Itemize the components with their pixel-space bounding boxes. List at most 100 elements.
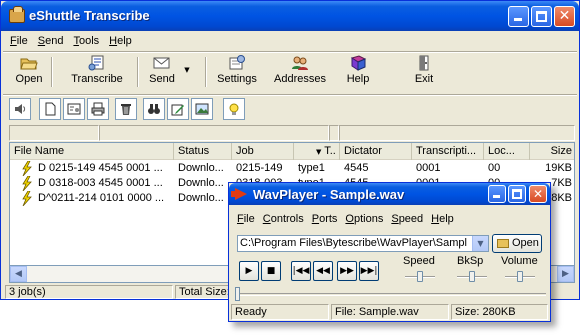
sort-down-icon: ▼ — [316, 148, 322, 156]
lightning-bolt-icon — [22, 191, 32, 206]
column-header-type-label: T.. — [324, 145, 336, 157]
column-header-type[interactable]: ▼ T.. — [294, 143, 340, 160]
open-button[interactable]: Open — [13, 53, 45, 91]
stop-button[interactable]: ■ — [261, 261, 281, 281]
open-file-button[interactable]: Open — [492, 234, 542, 253]
transcribe-button[interactable]: Transcribe — [65, 53, 129, 91]
cell-file-name: D^0211-214 0101 0000 ... — [38, 192, 165, 204]
addresses-button[interactable]: Addresses — [271, 53, 329, 91]
rewind-button[interactable]: ◀◀ — [313, 261, 333, 281]
delete-button[interactable] — [115, 98, 137, 120]
find-button[interactable] — [143, 98, 165, 120]
wav-menu-speed[interactable]: Speed — [387, 213, 427, 225]
toolbar-separator — [137, 57, 139, 87]
job-count: 3 job(s) — [5, 285, 173, 299]
file-path-combo[interactable]: C:\Program Files\Bytescribe\WavPlayer\Sa… — [237, 235, 489, 252]
speed-slider[interactable] — [405, 271, 435, 282]
send-label: Send — [149, 73, 175, 85]
minimize-icon — [514, 18, 522, 21]
wav-menu-ports[interactable]: Ports — [308, 213, 342, 225]
new-document-button[interactable] — [39, 98, 61, 120]
document-icon — [45, 102, 56, 116]
menu-send[interactable]: Send — [33, 33, 69, 51]
help-label: Help — [346, 73, 370, 85]
volume-slider[interactable] — [505, 271, 535, 282]
close-button[interactable]: ✕ — [554, 6, 575, 27]
window-title: eShuttle Transcribe — [29, 8, 150, 23]
column-header-dictator[interactable]: Dictator — [340, 143, 412, 160]
bksp-label: BkSp — [457, 255, 484, 267]
menu-tools[interactable]: Tools — [68, 33, 104, 51]
settings-button[interactable]: Settings — [213, 53, 261, 91]
column-header-size[interactable]: Size — [530, 143, 574, 160]
player-size: Size: 280KB — [451, 304, 548, 320]
tip-button[interactable] — [223, 98, 245, 120]
wav-close-button[interactable]: ✕ — [529, 185, 547, 203]
chevron-down-icon[interactable]: ▼ — [472, 236, 488, 251]
position-thumb[interactable] — [235, 287, 240, 301]
exit-label: Exit — [414, 73, 434, 85]
maximize-button[interactable] — [531, 6, 552, 27]
cell-size: 19KB — [545, 162, 572, 174]
scroll-right-arrow-icon[interactable]: ▶ — [557, 266, 574, 282]
send-dropdown-button[interactable]: ▼ — [181, 53, 193, 91]
print-button[interactable] — [87, 98, 109, 120]
edit-button[interactable] — [167, 98, 189, 120]
properties-button[interactable] — [63, 98, 85, 120]
cell-location: 00 — [488, 162, 501, 174]
minimize-button[interactable] — [508, 6, 529, 27]
exit-button[interactable]: Exit — [411, 53, 437, 91]
player-file: File: Sample.wav — [331, 304, 449, 320]
forward-end-button[interactable]: ▶▶| — [359, 261, 379, 281]
wavplayer-titlebar[interactable]: WavPlayer - Sample.wav ✕ — [229, 183, 550, 205]
slider-thumb[interactable] — [517, 271, 523, 282]
wav-minimize-button[interactable] — [488, 185, 506, 203]
cell-type: type1 — [298, 162, 325, 174]
column-header-transcriptionist[interactable]: Transcripti... — [412, 143, 484, 160]
help-button[interactable]: Help — [341, 53, 375, 91]
position-track — [235, 293, 546, 296]
scroll-left-arrow-icon[interactable]: ◀ — [10, 266, 27, 282]
column-header-job[interactable]: Job — [232, 143, 294, 160]
edit-icon — [171, 104, 184, 116]
wav-maximize-button[interactable] — [508, 185, 526, 203]
play-button[interactable]: ▶ — [239, 261, 259, 281]
wav-menu-options[interactable]: Options — [341, 213, 387, 225]
wav-menu-file[interactable]: File — [233, 213, 259, 225]
table-row[interactable]: D 0215-149 4545 0001 ... Downlo... 0215-… — [10, 161, 574, 176]
cell-status: Downlo... — [178, 192, 224, 204]
menu-bar: File Send Tools Help — [5, 33, 137, 51]
column-header-location[interactable]: Loc... — [484, 143, 530, 160]
wavplayer-title: WavPlayer - Sample.wav — [253, 187, 405, 202]
column-header-status[interactable]: Status — [174, 143, 232, 160]
menu-help[interactable]: Help — [104, 33, 137, 51]
slider-thumb[interactable] — [417, 271, 423, 282]
send-button[interactable]: Send — [145, 53, 179, 91]
toolbar-separator — [51, 57, 53, 87]
cell-job: 0215-149 — [236, 162, 283, 174]
addresses-icon — [292, 56, 308, 70]
bksp-slider[interactable] — [457, 271, 487, 282]
close-icon: ✕ — [558, 8, 571, 24]
transcribe-icon — [88, 55, 104, 71]
player-state: Ready — [231, 304, 329, 320]
slider-thumb[interactable] — [469, 271, 475, 282]
image-button[interactable] — [191, 98, 213, 120]
open-folder-icon — [20, 58, 38, 70]
cell-file-name: D 0318-003 4545 0001 ... — [38, 177, 163, 189]
fast-forward-button[interactable]: ▶▶ — [337, 261, 357, 281]
wav-menu-help[interactable]: Help — [427, 213, 458, 225]
play-audio-button[interactable] — [9, 98, 31, 120]
wav-menu-controls[interactable]: Controls — [259, 213, 308, 225]
position-slider[interactable] — [235, 287, 546, 301]
filter-panel — [339, 125, 575, 141]
settings-label: Settings — [217, 73, 257, 85]
resize-grip-icon[interactable] — [557, 285, 575, 299]
addresses-label: Addresses — [274, 73, 326, 85]
cell-status: Downlo... — [178, 162, 224, 174]
main-titlebar[interactable]: eShuttle Transcribe ✕ — [1, 1, 579, 31]
column-header-file-name[interactable]: File Name — [10, 143, 174, 160]
lightning-bolt-icon — [22, 176, 32, 191]
rewind-start-button[interactable]: |◀◀ — [291, 261, 311, 281]
menu-file[interactable]: File — [5, 33, 33, 51]
